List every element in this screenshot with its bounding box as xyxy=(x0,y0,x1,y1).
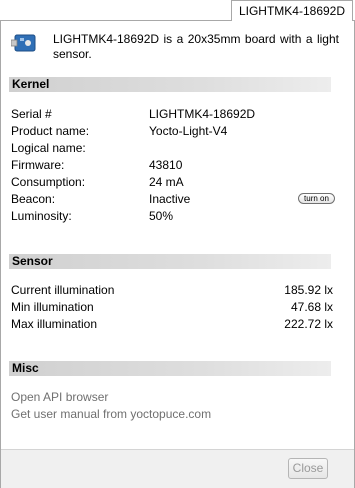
tab-device[interactable]: LIGHTMK4-18692D xyxy=(231,0,353,21)
row-value: 24 mA xyxy=(149,175,184,189)
row-label: Beacon: xyxy=(11,192,56,206)
user-manual-link[interactable]: Get user manual from yoctopuce.com xyxy=(11,406,211,423)
device-description: LIGHTMK4-18692D is a 20x35mm board with … xyxy=(53,32,339,61)
row-label: Luminosity: xyxy=(11,209,72,223)
row-value: Yocto-Light-V4 xyxy=(149,124,228,138)
row-label: Current illumination xyxy=(11,283,115,297)
open-api-browser-link[interactable]: Open API browser xyxy=(11,389,108,406)
row-value: 50% xyxy=(149,209,174,223)
kernel-row-consumption: Consumption: 24 mA xyxy=(11,174,333,191)
row-label: Logical name: xyxy=(11,141,86,155)
device-window: LIGHTMK4-18692D LIGHTMK4-18692D is a 20x… xyxy=(0,0,355,488)
row-label: Max illumination xyxy=(11,317,98,331)
row-value: 47.68 lx xyxy=(290,300,333,314)
kernel-row-logical-name: Logical name: xyxy=(11,140,333,157)
sensor-row-current: Current illumination 185.92 lx xyxy=(11,282,333,299)
beacon-turn-on-button[interactable]: turn on xyxy=(298,193,335,204)
row-value: 43810 xyxy=(149,158,183,172)
row-label: Firmware: xyxy=(11,158,65,172)
row-label: Product name: xyxy=(11,124,90,138)
sensor-row-max: Max illumination 222.72 lx xyxy=(11,316,333,333)
section-title-sensor: Sensor xyxy=(9,254,331,269)
dialog-footer: Close xyxy=(1,449,354,488)
row-label: Consumption: xyxy=(11,175,86,189)
row-value: Inactive xyxy=(149,192,191,206)
row-value: LIGHTMK4-18692D xyxy=(149,107,256,121)
row-value: 185.92 lx xyxy=(284,283,333,297)
row-label: Min illumination xyxy=(11,300,94,314)
kernel-row-serial: Serial # LIGHTMK4-18692D xyxy=(11,106,333,123)
kernel-row-product-name: Product name: Yocto-Light-V4 xyxy=(11,123,333,140)
row-label: Serial # xyxy=(11,107,52,121)
kernel-row-beacon: Beacon: Inactive turn on xyxy=(11,191,335,208)
close-button[interactable]: Close xyxy=(288,458,328,479)
kernel-row-firmware: Firmware: 43810 xyxy=(11,157,333,174)
device-panel: LIGHTMK4-18692D is a 20x35mm board with … xyxy=(0,20,355,488)
kernel-row-luminosity: Luminosity: 50% xyxy=(11,208,333,225)
sensor-row-min: Min illumination 47.68 lx xyxy=(11,299,333,316)
section-title-kernel: Kernel xyxy=(9,77,331,92)
device-board-icon xyxy=(11,34,36,52)
row-value: 222.72 lx xyxy=(284,317,333,331)
section-title-misc: Misc xyxy=(9,361,331,376)
